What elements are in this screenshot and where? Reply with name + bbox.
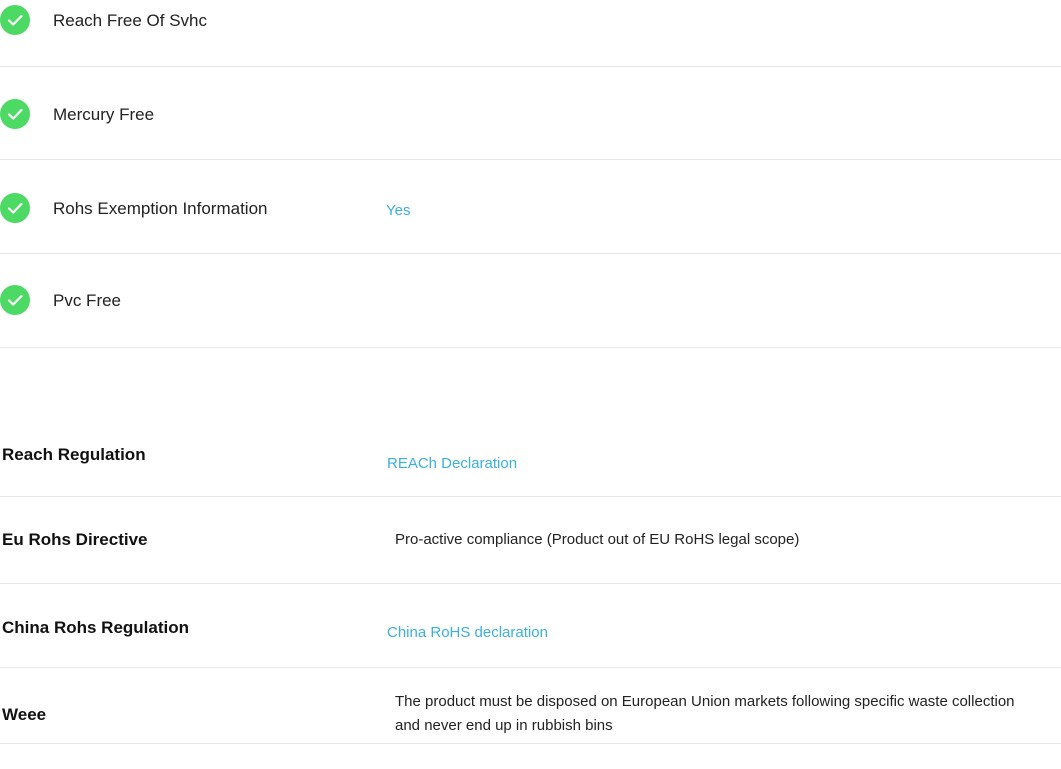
china-rohs-declaration-link[interactable]: China RoHS declaration — [387, 623, 548, 643]
check-label: Reach Free Of Svhc — [53, 11, 208, 30]
check-row-mercury-free: Mercury Free — [0, 67, 1061, 160]
check-value: Yes — [386, 202, 411, 219]
regulation-row-weee: Weee The product must be disposed on Eur… — [0, 668, 1061, 744]
check-label: Rohs Exemption Information — [53, 199, 268, 218]
regulation-row-eu-rohs: Eu Rohs Directive Pro-active compliance … — [0, 497, 1061, 584]
regulation-row-reach: Reach Regulation REACh Declaration — [0, 404, 1061, 497]
reach-declaration-link[interactable]: REACh Declaration — [387, 454, 517, 474]
check-row-pvc-free: Pvc Free — [0, 255, 1061, 348]
check-label: Mercury Free — [53, 105, 155, 124]
regulation-value: The product must be disposed on European… — [395, 693, 1015, 734]
check-circle-icon — [0, 99, 30, 129]
check-circle-icon — [0, 193, 30, 223]
regulation-label: Weee — [2, 705, 47, 724]
regulation-value: Pro-active compliance (Product out of EU… — [395, 531, 800, 548]
check-row-reach-free: Reach Free Of Svhc — [0, 0, 1061, 67]
check-circle-icon — [0, 5, 30, 35]
check-row-rohs-exemption: Rohs Exemption Information Yes — [0, 161, 1061, 254]
regulation-label: Reach Regulation — [2, 445, 146, 464]
regulation-label: China Rohs Regulation — [2, 618, 189, 637]
check-circle-icon — [0, 285, 30, 315]
check-label: Pvc Free — [53, 291, 122, 310]
regulation-label: Eu Rohs Directive — [2, 530, 148, 549]
regulation-row-china-rohs: China Rohs Regulation China RoHS declara… — [0, 584, 1061, 668]
